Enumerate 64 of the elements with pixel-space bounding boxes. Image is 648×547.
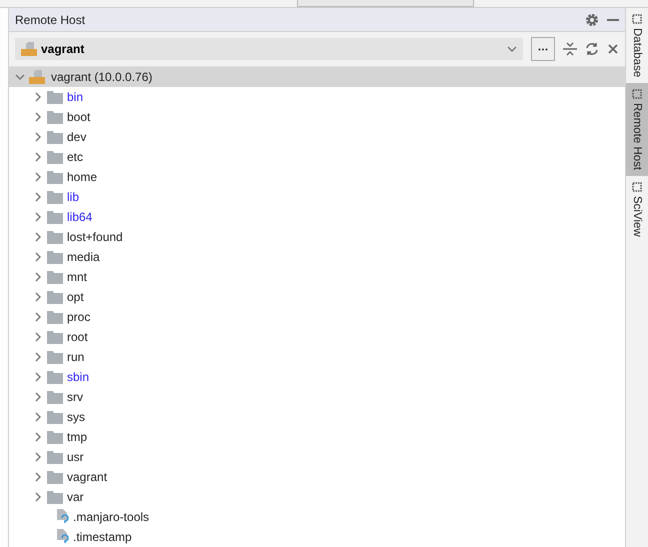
side-tab[interactable]: Database [626,8,648,84]
folder-icon [47,450,63,464]
panel-title: Remote Host [15,12,86,27]
chevron-down-icon [507,45,517,54]
connection-dropdown[interactable]: vagrant [15,38,523,60]
folder-name[interactable]: tmp [67,430,88,444]
collapse-icon[interactable] [563,42,577,56]
side-tab-label: Database [631,28,643,78]
folder-name[interactable]: home [67,170,98,184]
folder-icon [47,230,63,244]
folder-icon [47,470,63,484]
file-name[interactable]: .timestamp [73,530,132,544]
folder-name[interactable]: root [67,330,88,344]
host-label: vagrant (10.0.0.76) [51,70,152,84]
folder-name[interactable]: sbin [67,370,90,384]
side-tab-label: Remote Host [631,103,643,170]
ellipsis-icon [538,48,548,51]
folder-icon [47,110,63,124]
folder-name[interactable]: lib64 [67,210,92,224]
folder-name[interactable]: media [67,250,100,264]
refresh-icon[interactable] [585,42,599,56]
folder-name[interactable]: lost+found [67,230,123,244]
folder-icon [47,310,63,324]
folder-icon [47,210,63,224]
file-name[interactable]: .manjaro-tools [73,510,150,524]
settings-icon[interactable] [585,12,599,27]
unknown-file-icon [55,529,69,545]
folder-name[interactable]: usr [67,450,84,464]
close-icon[interactable] [607,43,619,56]
folder-name[interactable]: srv [67,390,83,404]
side-tab[interactable]: Remote Host [626,83,648,176]
folder-name[interactable]: sys [67,410,85,424]
folder-name[interactable]: etc [67,150,84,164]
sftp-host-icon [29,69,47,85]
folder-icon [47,150,63,164]
tree-root-row[interactable]: vagrant (10.0.0.76) [9,67,625,87]
folder-name[interactable]: proc [67,310,90,324]
folder-name[interactable]: dev [67,130,86,144]
folder-icon [47,430,63,444]
folder-icon [47,170,63,184]
folder-name[interactable]: var [67,490,84,504]
folder-icon [47,270,63,284]
folder-icon [47,490,63,504]
folder-icon [47,330,63,344]
folder-icon [47,90,63,104]
side-tab-label: SciView [631,196,643,238]
folder-icon [47,250,63,264]
folder-name[interactable]: bin [67,90,84,104]
folder-name[interactable]: vagrant [67,470,108,484]
folder-icon [47,370,63,384]
folder-icon [47,390,63,404]
folder-icon [47,410,63,424]
unknown-file-icon [55,509,69,525]
folder-icon [47,350,63,364]
side-tab[interactable]: SciView [626,176,648,244]
folder-name[interactable]: mnt [67,270,88,284]
sftp-icon [21,41,39,58]
folder-name[interactable]: lib [67,190,80,204]
folder-name[interactable]: run [67,350,84,364]
folder-icon [47,290,63,304]
folder-icon [47,130,63,144]
folder-name[interactable]: opt [67,290,84,304]
folder-name[interactable]: boot [67,110,90,124]
folder-icon [47,190,63,204]
